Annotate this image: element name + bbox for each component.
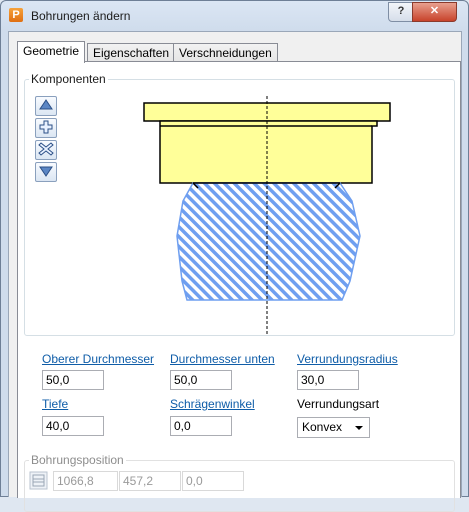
add-icon xyxy=(39,120,53,134)
upper-diameter-input[interactable] xyxy=(42,370,104,390)
round-type-value: Konvex xyxy=(302,420,343,434)
delete-component-button[interactable] xyxy=(35,140,57,160)
position-x-input: 1066,8 xyxy=(53,471,118,491)
rounded-hole-section xyxy=(176,182,361,301)
round-radius-label[interactable]: Verrundungsradius xyxy=(297,352,398,366)
window-title: Bohrungen ändern xyxy=(31,9,131,23)
position-picker-icon[interactable] xyxy=(29,471,48,490)
draft-angle-input[interactable] xyxy=(170,416,232,436)
upper-diameter-label[interactable]: Oberer Durchmesser xyxy=(42,352,154,366)
hole-position-label: Bohrungsposition xyxy=(29,453,126,467)
components-label: Komponenten xyxy=(29,72,108,86)
depth-label[interactable]: Tiefe xyxy=(42,397,68,411)
move-up-button[interactable] xyxy=(35,96,57,116)
dialog-window: P Bohrungen ändern ? ✕ Geometrie Eigensc… xyxy=(0,0,469,512)
tab-verschneidungen[interactable]: Verschneidungen xyxy=(173,43,278,62)
round-radius-input[interactable] xyxy=(297,370,359,390)
tab-geometrie[interactable]: Geometrie xyxy=(17,41,86,63)
draft-angle-label[interactable]: Schrägenwinkel xyxy=(170,397,255,411)
lower-diameter-label[interactable]: Durchmesser unten xyxy=(170,352,275,366)
round-type-select[interactable]: Konvex xyxy=(297,417,370,438)
round-type-label: Verrundungsart xyxy=(297,397,380,411)
close-button[interactable]: ✕ xyxy=(412,2,457,22)
chevron-down-icon xyxy=(355,426,363,430)
dialog-client-area: Geometrie Eigenschaften Verschneidungen … xyxy=(8,31,462,512)
move-down-icon xyxy=(39,166,53,177)
hole-position-group: Bohrungsposition 1066,8 457,2 0,0 xyxy=(24,453,455,512)
move-up-icon xyxy=(39,99,53,110)
components-group: Komponenten xyxy=(24,72,455,336)
position-y-input: 457,2 xyxy=(119,471,181,491)
depth-input[interactable] xyxy=(42,416,104,436)
position-z-input: 0,0 xyxy=(182,471,244,491)
add-component-button[interactable] xyxy=(35,118,57,138)
title-bar: P Bohrungen ändern ? ✕ xyxy=(1,1,468,31)
geometry-panel: Komponenten Oberer Durchmesser 50,0 Durc… xyxy=(17,61,461,512)
lower-diameter-input[interactable] xyxy=(170,370,232,390)
app-icon: P xyxy=(9,8,23,22)
upper-cylinder-body xyxy=(159,120,378,184)
delete-icon xyxy=(38,142,54,156)
tab-eigenschaften[interactable]: Eigenschaften xyxy=(87,43,176,62)
help-button[interactable]: ? xyxy=(388,2,414,22)
hole-profile-preview xyxy=(143,96,391,334)
move-down-button[interactable] xyxy=(35,162,57,182)
